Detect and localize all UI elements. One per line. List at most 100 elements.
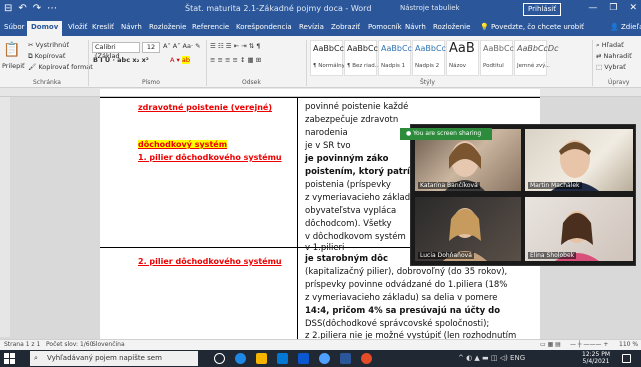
page-count[interactable]: Strana 1 z 1: [4, 341, 40, 348]
style-subtitle[interactable]: AaBbCcD Podtitul: [480, 40, 520, 76]
search-icon: ⌕: [34, 354, 38, 362]
select-button[interactable]: ⬚ Vybrať: [596, 63, 626, 71]
heading-pillar-1: 1. pilier dôchodkového systému: [138, 153, 282, 162]
taskbar-search-box[interactable]: ⌕ Vyhľadávaný pojem napíšte sem: [30, 351, 198, 366]
share-button[interactable]: 👤 Zdieľať: [610, 23, 641, 31]
customize-quick-access-icon[interactable]: ⋯: [47, 3, 57, 14]
tab-mailings[interactable]: Korešpondencia: [236, 23, 292, 31]
font-size-select[interactable]: 12: [142, 42, 160, 53]
edge-icon[interactable]: [235, 353, 246, 364]
tab-layout[interactable]: Rozloženie: [149, 23, 186, 31]
paste-button[interactable]: Prilepiť: [2, 62, 25, 70]
tell-me-label: Povedzte, čo chcete urobiť: [490, 23, 584, 31]
view-buttons-icon[interactable]: ▭ ▦ ▤: [540, 341, 561, 348]
text-line: DSS(dôchodkové správcovské spoločnosti);: [305, 319, 490, 329]
participant-tile[interactable]: Martin Machálek: [525, 129, 633, 191]
minimize-icon[interactable]: —: [588, 3, 597, 13]
horizontal-ruler[interactable]: [0, 88, 641, 97]
tell-me-search[interactable]: 💡 Povedzte, čo chcete urobiť: [480, 23, 584, 31]
font-format-buttons[interactable]: B I U · abc x₂ x²: [93, 56, 149, 64]
style-name: Nadpis 2: [415, 63, 440, 69]
copy-button[interactable]: ⧉ Kopírovať: [28, 52, 65, 61]
text-line: dôchodcom). Všetky: [305, 219, 392, 229]
mail-icon[interactable]: [298, 353, 309, 364]
tab-review[interactable]: Revízia: [299, 23, 324, 31]
style-no-spacing[interactable]: AaBbCcDc ¶ Bez riad...: [344, 40, 388, 76]
replace-button[interactable]: ⇄ Nahradiť: [596, 52, 632, 60]
undo-icon[interactable]: ↶: [18, 3, 26, 14]
replace-label: Nahradiť: [603, 52, 632, 60]
status-bar: Strana 1 z 1 Počet slov: 1/60 Slovenčina…: [0, 339, 641, 350]
sign-in-button[interactable]: Prihlásiť: [523, 3, 561, 16]
participant-tile[interactable]: Lucia Dohňaňová: [415, 197, 521, 261]
text-line: je v SR tvo: [305, 141, 351, 151]
tab-table-layout[interactable]: Rozloženie: [433, 23, 470, 31]
save-icon[interactable]: ⊟: [4, 3, 12, 14]
paste-icon[interactable]: 📋: [3, 42, 20, 58]
store-icon[interactable]: [277, 353, 288, 364]
tab-design[interactable]: Návrh: [121, 23, 142, 31]
text-line: narodenia: [305, 128, 348, 138]
style-title[interactable]: AaB Názov: [446, 40, 479, 76]
style-heading-2[interactable]: AaBbCcE Nadpis 2: [412, 40, 451, 76]
participant-tile[interactable]: Elina Sholobek: [525, 197, 633, 261]
ribbon: 📋 Prilepiť ✂ Vystrihnúť ⧉ Kopírovať 🖌 Ko…: [0, 36, 641, 88]
system-tray-icons[interactable]: ^ ◐ ▲ ▬ ◫ ◁) ENG: [458, 354, 525, 362]
zoom-slider[interactable]: — ┼ ——— +: [570, 341, 608, 348]
find-button[interactable]: ⌕ Hľadať: [596, 41, 624, 50]
tab-file[interactable]: Súbor: [4, 23, 24, 31]
tab-home[interactable]: Domov: [27, 21, 63, 36]
taskbar-clock[interactable]: 12:25 PM 5/4/2021: [582, 351, 610, 365]
participant-name: Elina Sholobek: [528, 252, 577, 259]
tab-draw[interactable]: Kresliť: [92, 23, 114, 31]
close-icon[interactable]: ✕: [629, 3, 637, 13]
table-border: [100, 97, 540, 98]
font-color-icon[interactable]: A ▾ ab: [170, 56, 190, 64]
language-indicator[interactable]: Slovenčina: [92, 341, 125, 348]
heading-pension-system: dôchodkový systém: [138, 140, 228, 149]
word-count[interactable]: Počet slov: 1/60: [46, 341, 93, 348]
heading-pillar-2: 2. pilier dôchodkového systému: [138, 257, 282, 266]
text-line: v dôchodkovom systém: [305, 232, 406, 242]
zoom-app-icon[interactable]: [319, 353, 330, 364]
tab-help[interactable]: Pomocník: [368, 23, 402, 31]
tab-insert[interactable]: Vložiť: [68, 23, 87, 31]
text-line: (kapitalizačný pilier), dobrovoľný (do 3…: [305, 267, 508, 277]
grow-shrink-font-icons[interactable]: A˄ A˅ Aa· ✎: [163, 42, 201, 50]
format-painter-button[interactable]: 🖌 Kopírovať formát: [28, 63, 93, 71]
style-subtle-emphasis[interactable]: AaBbCcDc Jemné zvý...: [514, 40, 558, 76]
tab-table-design[interactable]: Návrh: [405, 23, 426, 31]
window-title: Štat. maturita 2.1-Zákadné pojmy doca - …: [185, 4, 372, 13]
text-line: z vymeriavacieho základ: [305, 193, 411, 203]
video-call-window[interactable]: Katarína Bančíková Martin Machálek Lucia…: [410, 124, 636, 266]
vertical-ruler[interactable]: [0, 97, 10, 337]
windows-start-icon[interactable]: [4, 353, 15, 364]
participant-name: Martin Machálek: [528, 182, 582, 189]
file-explorer-icon[interactable]: [256, 353, 267, 364]
ribbon-tabs: Súbor Domov Vložiť Kresliť Návrh Rozlože…: [0, 20, 641, 36]
chrome-icon[interactable]: [361, 353, 372, 364]
task-view-icon[interactable]: [214, 353, 225, 364]
participant-name: Katarína Bančíková: [418, 182, 480, 189]
clipboard-group-label: Schránka: [33, 79, 61, 86]
word-app-icon[interactable]: [340, 353, 351, 364]
text-line: poistenia (príspevky: [305, 180, 391, 190]
style-name: Podtitul: [483, 63, 504, 69]
redo-icon[interactable]: ↷: [33, 3, 41, 14]
font-group-label: Písmo: [142, 79, 160, 86]
style-heading-1[interactable]: AaBbCc Nadpis 1: [378, 40, 412, 76]
cut-button[interactable]: ✂ Vystrihnúť: [28, 41, 69, 49]
tab-references[interactable]: Referencie: [192, 23, 229, 31]
screen-sharing-bar[interactable]: ● You are screen sharing: [400, 128, 492, 140]
notifications-icon[interactable]: [622, 354, 631, 363]
clock-date: 5/4/2021: [582, 358, 610, 365]
font-name-select[interactable]: Calibri (Základ: [92, 42, 140, 60]
table-border: [297, 97, 298, 339]
list-buttons-icon[interactable]: ☰ ☷ ☰ ⇤ ⇥ ⇅ ¶: [210, 42, 260, 50]
tab-view[interactable]: Zobraziť: [331, 23, 360, 31]
align-buttons-icon[interactable]: ≡ ≡ ≡ ≡ ↕ ▦ ⊞: [210, 56, 261, 64]
style-normal[interactable]: AaBbCcDc ¶ Normálny: [310, 40, 354, 76]
restore-icon[interactable]: ❐: [609, 3, 617, 13]
ribbon-separator: [88, 40, 89, 86]
zoom-level[interactable]: 110 %: [619, 341, 638, 348]
